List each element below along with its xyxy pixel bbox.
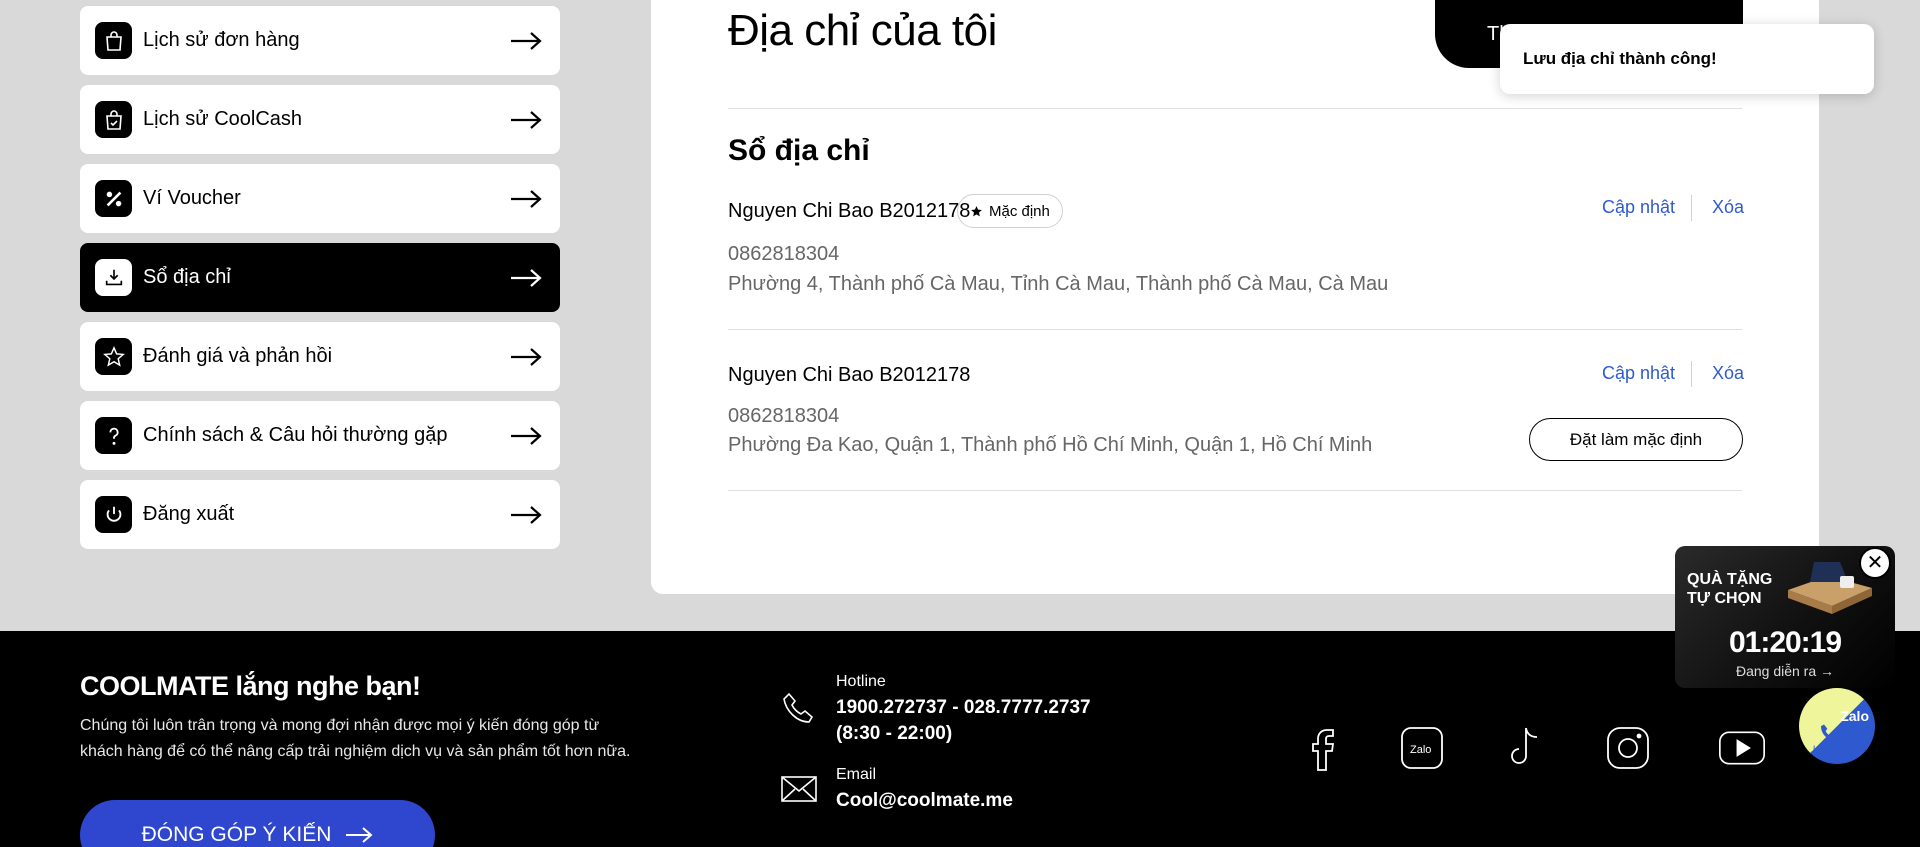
zalo-label: Zalo bbox=[1840, 708, 1869, 724]
link-separator bbox=[1691, 361, 1692, 387]
sidebar-item-label: Sổ địa chỉ bbox=[143, 266, 231, 288]
default-badge-label: Mặc định bbox=[989, 202, 1050, 220]
question-icon bbox=[95, 417, 132, 454]
zalo-hotline-button[interactable]: Zalo Hotline bbox=[1799, 688, 1875, 764]
youtube-icon[interactable] bbox=[1718, 724, 1766, 772]
address-line: Phường 4, Thành phố Cà Mau, Tỉnh Cà Mau,… bbox=[728, 273, 1389, 295]
email-label: Email bbox=[836, 766, 877, 783]
promo-timer: 01:20:19 bbox=[1728, 626, 1842, 659]
arrow-right-icon bbox=[511, 110, 542, 129]
address-line: Phường Đa Kao, Quận 1, Thành phố Hồ Chí … bbox=[728, 434, 1373, 456]
success-toast: Lưu địa chỉ thành công! bbox=[1500, 24, 1874, 94]
arrow-right-icon bbox=[511, 31, 542, 50]
sidebar-item-label: Chính sách & Câu hỏi thường gặp bbox=[143, 424, 448, 446]
arrow-right-icon bbox=[511, 268, 542, 287]
zalo-icon[interactable]: Zalo bbox=[1398, 724, 1446, 772]
sidebar-item-address-book[interactable]: Sổ địa chỉ bbox=[80, 243, 560, 312]
tiktok-icon[interactable] bbox=[1500, 724, 1548, 772]
hotline-hours: (8:30 - 22:00) bbox=[836, 723, 953, 744]
address-name: Nguyen Chi Bao B2012178 bbox=[728, 200, 971, 222]
address-phone: 0862818304 bbox=[728, 243, 840, 265]
sidebar-item-label: Lịch sử CoolCash bbox=[143, 108, 303, 130]
sidebar-item-voucher[interactable]: Ví Voucher bbox=[80, 164, 560, 233]
footer: COOLMATE lắng nghe bạn! Chúng tôi luôn t… bbox=[0, 631, 1920, 847]
shopping-bag-icon bbox=[95, 22, 132, 59]
hotline-value[interactable]: 1900.272737 - 028.7777.2737 bbox=[836, 697, 1091, 719]
sidebar-item-label: Đánh giá và phản hồi bbox=[143, 345, 333, 367]
update-address-link[interactable]: Cập nhật bbox=[1602, 197, 1675, 218]
percent-icon bbox=[95, 180, 132, 217]
section-title: Sổ địa chỉ bbox=[728, 134, 870, 167]
arrow-right-icon bbox=[346, 827, 373, 843]
address-book-icon bbox=[95, 259, 132, 296]
delete-address-link[interactable]: Xóa bbox=[1712, 197, 1744, 218]
sidebar-item-faq[interactable]: Chính sách & Câu hỏi thường gặp bbox=[80, 401, 560, 470]
close-icon[interactable]: ✕ bbox=[1859, 547, 1891, 579]
email-icon bbox=[781, 776, 817, 802]
sidebar-item-label: Lịch sử đơn hàng bbox=[143, 29, 300, 51]
star-icon bbox=[95, 338, 132, 375]
feedback-button-label: ĐÓNG GÓP Ý KIẾN bbox=[141, 823, 332, 846]
zalo-icon-text: Zalo bbox=[1410, 744, 1431, 756]
sidebar-item-coolcash-history[interactable]: Lịch sử CoolCash bbox=[80, 85, 560, 154]
hotline-label: Hotline bbox=[1813, 744, 1842, 754]
delete-address-link[interactable]: Xóa bbox=[1712, 363, 1744, 384]
facebook-icon[interactable] bbox=[1299, 724, 1347, 772]
divider bbox=[728, 108, 1742, 109]
arrow-right-icon bbox=[511, 189, 542, 208]
default-badge: Mặc định bbox=[957, 194, 1063, 228]
sidebar-item-label: Ví Voucher bbox=[143, 187, 241, 209]
sidebar-item-logout[interactable]: Đăng xuất bbox=[80, 480, 560, 549]
sidebar-item-label: Đăng xuất bbox=[143, 503, 235, 525]
footer-title: COOLMATE lắng nghe bạn! bbox=[80, 671, 421, 701]
arrow-right-icon bbox=[511, 347, 542, 366]
set-default-button[interactable]: Đặt làm mặc định bbox=[1529, 418, 1743, 461]
divider bbox=[728, 329, 1742, 330]
phone-icon bbox=[783, 692, 814, 723]
star-icon bbox=[971, 205, 982, 216]
address-name: Nguyen Chi Bao B2012178 bbox=[728, 364, 971, 386]
sidebar-item-order-history[interactable]: Lịch sử đơn hàng bbox=[80, 6, 560, 75]
feedback-button[interactable]: ĐÓNG GÓP Ý KIẾN bbox=[80, 800, 435, 847]
phone-icon bbox=[1821, 724, 1838, 742]
toast-message: Lưu địa chỉ thành công! bbox=[1523, 49, 1717, 68]
update-address-link[interactable]: Cập nhật bbox=[1602, 363, 1675, 384]
footer-description: Chúng tôi luôn trân trọng và mong đợi nh… bbox=[80, 717, 631, 760]
promo-status: Đang diễn ra → bbox=[1735, 663, 1835, 679]
divider bbox=[728, 490, 1742, 491]
arrow-right-icon bbox=[511, 505, 542, 524]
page-title: Địa chỉ của tôi bbox=[728, 6, 997, 55]
arrow-right-icon bbox=[511, 426, 542, 445]
instagram-icon[interactable] bbox=[1604, 724, 1652, 772]
address-phone: 0862818304 bbox=[728, 405, 840, 427]
email-value[interactable]: Cool@coolmate.me bbox=[836, 790, 1013, 812]
power-icon bbox=[95, 496, 132, 533]
sidebar-item-reviews[interactable]: Đánh giá và phản hồi bbox=[80, 322, 560, 391]
hotline-label: Hotline bbox=[836, 673, 886, 690]
link-separator bbox=[1691, 195, 1692, 221]
cash-bag-icon bbox=[95, 101, 132, 138]
